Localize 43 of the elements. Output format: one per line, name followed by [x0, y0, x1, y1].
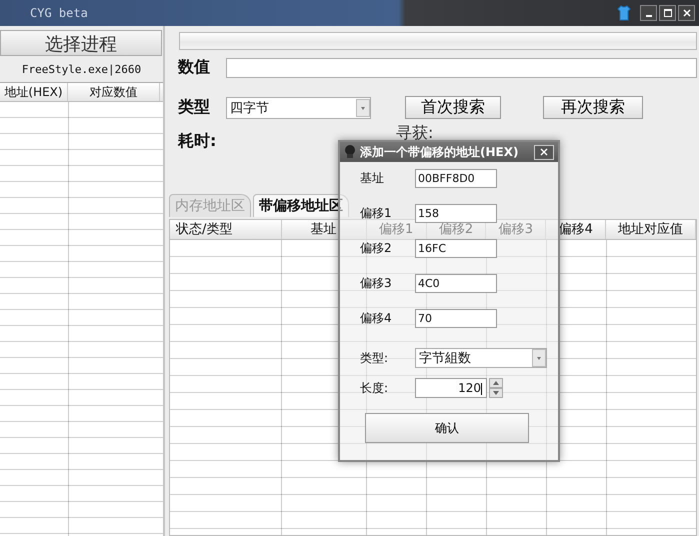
value-label: 数值	[178, 57, 211, 78]
column-header[interactable]: 地址对应值	[606, 220, 696, 239]
column-header[interactable]: 对应数值	[68, 83, 160, 101]
window-title: CYG beta	[30, 6, 88, 20]
spinner-arrows-icon[interactable]	[489, 378, 503, 398]
column-header[interactable]: 地址(HEX)	[0, 83, 68, 101]
process-name: FreeStyle.exe|2660	[20, 63, 142, 76]
minimize-button[interactable]	[640, 5, 657, 21]
type-dropdown[interactable]: 字节組数	[415, 348, 547, 368]
close-icon	[682, 9, 690, 17]
field-label: 偏移2	[360, 240, 393, 256]
found-label: 寻获:	[396, 123, 434, 144]
search-button[interactable]: 再次搜索	[543, 96, 643, 119]
close-button[interactable]	[534, 144, 554, 160]
input-field[interactable]: 16FC	[415, 238, 497, 258]
bulb-icon	[344, 145, 356, 159]
number-field[interactable]: 120	[415, 378, 487, 398]
dialog-title: 添加一个带偏移的地址(HEX)	[360, 144, 520, 160]
field-label: 偏移1	[360, 204, 393, 222]
field-label: 偏移4	[360, 310, 393, 326]
field-label: 长度:	[360, 380, 390, 396]
maximize-icon	[664, 9, 672, 17]
field-label: 偏移3	[360, 274, 393, 292]
maximize-button[interactable]	[659, 5, 676, 21]
shirt-icon[interactable]	[616, 5, 632, 21]
field-label: 基址	[360, 170, 385, 186]
select-process-button[interactable]: 选择进程	[0, 30, 162, 56]
close-icon	[540, 148, 548, 156]
column-header[interactable]: 状态/类型	[170, 220, 282, 239]
input-field[interactable]: 00BFF8D0	[415, 168, 497, 188]
time-label: 耗时:	[178, 131, 218, 152]
input-field[interactable]: 4C0	[415, 274, 497, 292]
column-header[interactable]: 基址	[282, 220, 367, 239]
field-label: 类型:	[360, 350, 390, 366]
confirm-button[interactable]: 确认	[365, 413, 529, 443]
value-input[interactable]	[226, 58, 697, 78]
input-field[interactable]: 158	[415, 204, 497, 222]
close-button[interactable]	[678, 5, 695, 21]
type-dropdown[interactable]: 四字节	[226, 96, 371, 118]
column-header[interactable]: 偏移4	[546, 220, 606, 239]
input-field[interactable]: 70	[415, 308, 497, 328]
type-label: 类型	[178, 97, 211, 118]
search-button[interactable]: 首次搜索	[405, 96, 501, 119]
